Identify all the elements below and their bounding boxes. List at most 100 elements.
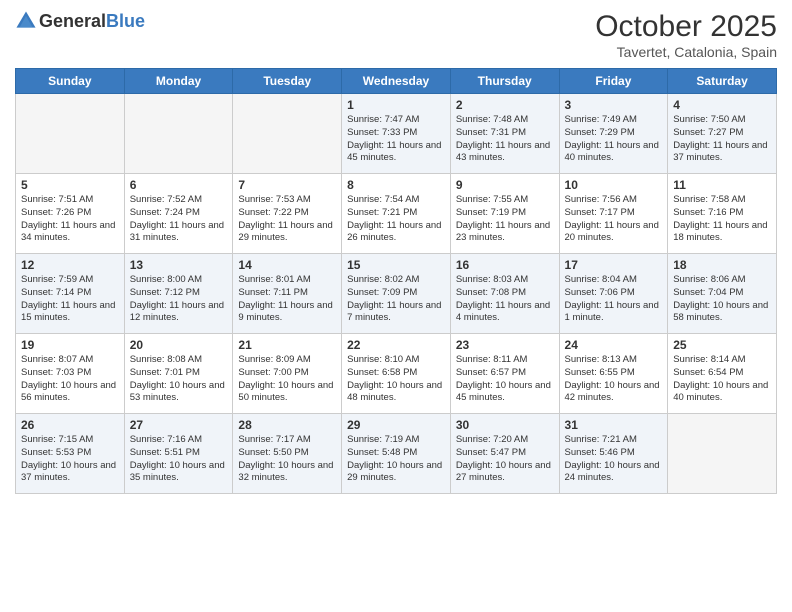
calendar-cell — [233, 94, 342, 174]
day-number: 20 — [130, 338, 228, 352]
calendar-cell: 3Sunrise: 7:49 AM Sunset: 7:29 PM Daylig… — [559, 94, 668, 174]
day-number: 26 — [21, 418, 119, 432]
header: GeneralBlue October 2025 Tavertet, Catal… — [15, 10, 777, 60]
month-title: October 2025 — [595, 10, 777, 44]
day-info: Sunrise: 7:16 AM Sunset: 5:51 PM Dayligh… — [130, 434, 228, 485]
calendar-table: Sunday Monday Tuesday Wednesday Thursday… — [15, 68, 777, 494]
week-row-3: 12 Sunrise: 7:59 AM Sunset: 7:14 PM Dayli… — [16, 254, 777, 334]
day-number: 28 — [238, 418, 336, 432]
col-wednesday: Wednesday — [342, 69, 451, 94]
day-number: 1 — [347, 98, 445, 112]
day-info: Sunrise: 7:56 AM Sunset: 7:17 PM Dayligh… — [565, 194, 663, 245]
day-number: 11 — [673, 178, 771, 192]
calendar-cell: 27 Sunrise: 7:16 AM Sunset: 5:51 PM Dayli… — [124, 414, 233, 494]
day-info: Sunrise: 8:04 AM Sunset: 7:06 PM Dayligh… — [565, 274, 663, 325]
calendar-cell: 26 Sunrise: 7:15 AM Sunset: 5:53 PM Dayli… — [16, 414, 125, 494]
logo-general: General — [39, 11, 106, 31]
calendar-cell: 29Sunrise: 7:19 AM Sunset: 5:48 PM Dayli… — [342, 414, 451, 494]
day-number: 6 — [130, 178, 228, 192]
col-tuesday: Tuesday — [233, 69, 342, 94]
day-number: 7 — [238, 178, 336, 192]
day-info: Sunrise: 8:14 AM Sunset: 6:54 PM Dayligh… — [673, 354, 771, 405]
day-info: Sunrise: 8:09 AM Sunset: 7:00 PM Dayligh… — [238, 354, 336, 405]
day-number: 22 — [347, 338, 445, 352]
col-friday: Friday — [559, 69, 668, 94]
calendar-cell: 21 Sunrise: 8:09 AM Sunset: 7:00 PM Dayli… — [233, 334, 342, 414]
day-number: 18 — [673, 258, 771, 272]
day-number: 19 — [21, 338, 119, 352]
calendar-cell: 10 Sunrise: 7:56 AM Sunset: 7:17 PM Dayli… — [559, 174, 668, 254]
day-number: 23 — [456, 338, 554, 352]
logo-blue: Blue — [106, 11, 145, 31]
day-number: 10 — [565, 178, 663, 192]
day-info: Sunrise: 8:03 AM Sunset: 7:08 PM Dayligh… — [456, 274, 554, 325]
calendar-cell: 17Sunrise: 8:04 AM Sunset: 7:06 PM Dayli… — [559, 254, 668, 334]
day-info: Sunrise: 7:21 AM Sunset: 5:46 PM Dayligh… — [565, 434, 663, 485]
calendar-cell: 19 Sunrise: 8:07 AM Sunset: 7:03 PM Dayli… — [16, 334, 125, 414]
day-info: Sunrise: 7:17 AM Sunset: 5:50 PM Dayligh… — [238, 434, 336, 485]
logo-icon — [15, 10, 37, 32]
page-container: GeneralBlue October 2025 Tavertet, Catal… — [0, 0, 792, 504]
day-info: Sunrise: 8:01 AM Sunset: 7:11 PM Dayligh… — [238, 274, 336, 325]
day-number: 25 — [673, 338, 771, 352]
day-info: Sunrise: 8:06 AM Sunset: 7:04 PM Dayligh… — [673, 274, 771, 325]
calendar-cell: 2 Sunrise: 7:48 AM Sunset: 7:31 PM Daylig… — [450, 94, 559, 174]
calendar-cell: 13 Sunrise: 8:00 AM Sunset: 7:12 PM Dayli… — [124, 254, 233, 334]
day-number: 13 — [130, 258, 228, 272]
day-info: Sunrise: 7:51 AM Sunset: 7:26 PM Dayligh… — [21, 194, 119, 245]
calendar-cell: 5 Sunrise: 7:51 AM Sunset: 7:26 PM Daylig… — [16, 174, 125, 254]
week-row-4: 19 Sunrise: 8:07 AM Sunset: 7:03 PM Dayli… — [16, 334, 777, 414]
day-info: Sunrise: 7:59 AM Sunset: 7:14 PM Dayligh… — [21, 274, 119, 325]
day-info: Sunrise: 7:58 AM Sunset: 7:16 PM Dayligh… — [673, 194, 771, 245]
day-info: Sunrise: 7:55 AM Sunset: 7:19 PM Dayligh… — [456, 194, 554, 245]
day-info: Sunrise: 8:07 AM Sunset: 7:03 PM Dayligh… — [21, 354, 119, 405]
calendar-cell: 15Sunrise: 8:02 AM Sunset: 7:09 PM Dayli… — [342, 254, 451, 334]
calendar-cell: 25 Sunrise: 8:14 AM Sunset: 6:54 PM Dayli… — [668, 334, 777, 414]
calendar-cell: 23Sunrise: 8:11 AM Sunset: 6:57 PM Dayli… — [450, 334, 559, 414]
calendar-cell: 6Sunrise: 7:52 AM Sunset: 7:24 PM Daylig… — [124, 174, 233, 254]
week-row-2: 5 Sunrise: 7:51 AM Sunset: 7:26 PM Daylig… — [16, 174, 777, 254]
calendar-cell — [16, 94, 125, 174]
day-info: Sunrise: 7:15 AM Sunset: 5:53 PM Dayligh… — [21, 434, 119, 485]
calendar-cell: 12 Sunrise: 7:59 AM Sunset: 7:14 PM Dayli… — [16, 254, 125, 334]
day-info: Sunrise: 7:53 AM Sunset: 7:22 PM Dayligh… — [238, 194, 336, 245]
day-number: 8 — [347, 178, 445, 192]
day-number: 12 — [21, 258, 119, 272]
calendar-cell: 31 Sunrise: 7:21 AM Sunset: 5:46 PM Dayli… — [559, 414, 668, 494]
day-number: 4 — [673, 98, 771, 112]
logo-text: GeneralBlue — [39, 11, 145, 32]
day-info: Sunrise: 8:10 AM Sunset: 6:58 PM Dayligh… — [347, 354, 445, 405]
day-number: 24 — [565, 338, 663, 352]
calendar-cell: 11 Sunrise: 7:58 AM Sunset: 7:16 PM Dayli… — [668, 174, 777, 254]
day-number: 27 — [130, 418, 228, 432]
calendar-cell: 16 Sunrise: 8:03 AM Sunset: 7:08 PM Dayli… — [450, 254, 559, 334]
col-monday: Monday — [124, 69, 233, 94]
calendar-cell: 4 Sunrise: 7:50 AM Sunset: 7:27 PM Daylig… — [668, 94, 777, 174]
calendar-cell: 14 Sunrise: 8:01 AM Sunset: 7:11 PM Dayli… — [233, 254, 342, 334]
day-number: 21 — [238, 338, 336, 352]
day-number: 5 — [21, 178, 119, 192]
header-row: Sunday Monday Tuesday Wednesday Thursday… — [16, 69, 777, 94]
calendar-cell: 7 Sunrise: 7:53 AM Sunset: 7:22 PM Daylig… — [233, 174, 342, 254]
calendar-cell: 24Sunrise: 8:13 AM Sunset: 6:55 PM Dayli… — [559, 334, 668, 414]
calendar-cell: 18 Sunrise: 8:06 AM Sunset: 7:04 PM Dayli… — [668, 254, 777, 334]
calendar-cell — [124, 94, 233, 174]
day-info: Sunrise: 8:02 AM Sunset: 7:09 PM Dayligh… — [347, 274, 445, 325]
day-info: Sunrise: 8:00 AM Sunset: 7:12 PM Dayligh… — [130, 274, 228, 325]
calendar-cell: 8Sunrise: 7:54 AM Sunset: 7:21 PM Daylig… — [342, 174, 451, 254]
day-info: Sunrise: 7:48 AM Sunset: 7:31 PM Dayligh… — [456, 114, 554, 165]
calendar-cell: 22 Sunrise: 8:10 AM Sunset: 6:58 PM Dayli… — [342, 334, 451, 414]
day-number: 31 — [565, 418, 663, 432]
calendar-cell: 20 Sunrise: 8:08 AM Sunset: 7:01 PM Dayli… — [124, 334, 233, 414]
day-info: Sunrise: 7:20 AM Sunset: 5:47 PM Dayligh… — [456, 434, 554, 485]
day-number: 2 — [456, 98, 554, 112]
day-info: Sunrise: 7:50 AM Sunset: 7:27 PM Dayligh… — [673, 114, 771, 165]
col-thursday: Thursday — [450, 69, 559, 94]
day-number: 14 — [238, 258, 336, 272]
col-saturday: Saturday — [668, 69, 777, 94]
day-info: Sunrise: 8:08 AM Sunset: 7:01 PM Dayligh… — [130, 354, 228, 405]
day-number: 16 — [456, 258, 554, 272]
day-number: 30 — [456, 418, 554, 432]
col-sunday: Sunday — [16, 69, 125, 94]
calendar-cell — [668, 414, 777, 494]
